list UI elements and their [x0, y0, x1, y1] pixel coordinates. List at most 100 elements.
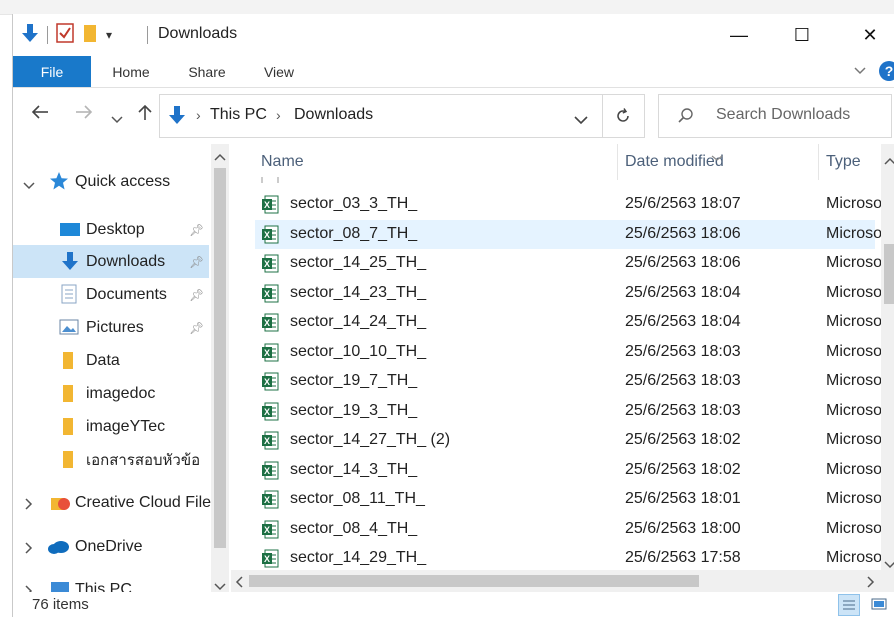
- up-icon[interactable]: [137, 103, 153, 126]
- item-count: 76 items: [32, 596, 89, 613]
- customize-toolbar-icon[interactable]: ▾: [106, 28, 112, 42]
- file-row[interactable]: Xsector_19_7_TH_ 25/6/2563 18:03 Microsoft…: [255, 367, 894, 396]
- svg-text:X: X: [264, 436, 270, 446]
- details-view-button[interactable]: [838, 594, 860, 616]
- column-header-type[interactable]: Type: [826, 144, 886, 180]
- tab-share[interactable]: Share: [175, 56, 239, 87]
- file-name: sector_10_10_TH_: [290, 342, 427, 360]
- file-row[interactable]: Xsector_14_23_TH_ 25/6/2563 18:04 Microsof…: [255, 279, 894, 308]
- svg-text:X: X: [264, 554, 270, 564]
- file-date: 25/6/2563 18:06: [625, 254, 741, 271]
- column-divider[interactable]: [617, 144, 618, 180]
- file-row[interactable]: Xsector_08_11_TH_ 25/6/2563 18:01 Microsof…: [255, 485, 894, 514]
- chevron-right-icon[interactable]: ›: [276, 107, 281, 123]
- scrollbar-thumb[interactable]: [884, 244, 894, 304]
- folder-icon: [61, 449, 75, 474]
- scroll-right-icon[interactable]: [867, 575, 875, 593]
- nav-item-pictures[interactable]: Pictures 📌︎: [13, 311, 209, 344]
- forward-icon[interactable]: [75, 104, 93, 125]
- nav-label: Data: [86, 351, 120, 369]
- column-divider[interactable]: [818, 144, 819, 180]
- back-icon[interactable]: [31, 104, 49, 125]
- this-pc-icon: [49, 581, 71, 592]
- search-input[interactable]: Search Downloads: [658, 94, 892, 138]
- file-name: sector_08_4_TH_: [290, 519, 418, 537]
- svg-text:X: X: [264, 230, 270, 240]
- scroll-down-icon[interactable]: [884, 556, 894, 574]
- large-icons-view-button[interactable]: [869, 594, 889, 614]
- nav-item-creative-cloud[interactable]: Creative Cloud Files: [13, 486, 219, 519]
- scroll-up-icon[interactable]: [884, 152, 894, 170]
- nav-item-data[interactable]: Data: [13, 344, 209, 377]
- nav-label: Downloads: [86, 252, 166, 270]
- minimize-button[interactable]: —: [716, 20, 762, 50]
- svg-text:X: X: [264, 466, 270, 476]
- scroll-left-icon[interactable]: [235, 575, 243, 593]
- file-row[interactable]: Xsector_08_7_TH_ 25/6/2563 18:06 Microsoft…: [255, 219, 894, 249]
- file-date: 25/6/2563 18:02: [625, 460, 741, 478]
- address-dropdown-icon[interactable]: [574, 112, 588, 130]
- expand-chevron-icon[interactable]: [25, 584, 33, 592]
- file-row[interactable]: Xsector_14_24_TH_ 25/6/2563 18:04 Microsof…: [255, 308, 894, 337]
- file-row[interactable]: Xsector_19_3_TH_ 25/6/2563 18:03 Microsoft…: [255, 397, 894, 426]
- column-header-name[interactable]: Name: [261, 144, 611, 180]
- nav-item-thai-folder[interactable]: เอกสารสอบหัวข้อ: [13, 443, 209, 476]
- svg-text:X: X: [264, 289, 270, 299]
- scrollbar-thumb[interactable]: [214, 168, 226, 548]
- excel-file-icon: X: [262, 343, 279, 361]
- svg-text:X: X: [264, 377, 270, 387]
- scrollbar-thumb[interactable]: [249, 575, 699, 587]
- nav-item-this-pc[interactable]: This PC: [13, 573, 209, 592]
- nav-item-documents[interactable]: Documents 📌︎: [13, 278, 209, 311]
- list-item-partial[interactable]: [255, 177, 875, 183]
- chevron-right-icon[interactable]: ›: [196, 107, 201, 123]
- tab-file[interactable]: File: [13, 56, 91, 87]
- tab-view[interactable]: View: [249, 56, 309, 87]
- nav-item-desktop[interactable]: Desktop 📌︎: [13, 213, 209, 246]
- address-bar[interactable]: › This PC › Downloads: [159, 94, 603, 138]
- nav-quick-access[interactable]: Quick access: [13, 165, 209, 198]
- search-placeholder: Search Downloads: [716, 106, 851, 123]
- properties-icon[interactable]: [56, 22, 74, 48]
- nav-label: Creative Cloud Files: [75, 493, 220, 511]
- horizontal-scrollbar[interactable]: [231, 570, 881, 592]
- nav-item-imageytec[interactable]: imageYTec: [13, 410, 209, 443]
- breadcrumb-downloads[interactable]: Downloads: [294, 106, 373, 124]
- nav-label: imagedoc: [86, 384, 156, 402]
- file-row[interactable]: Xsector_14_25_TH_ 25/6/2563 18:06 Microsof…: [255, 249, 894, 278]
- nav-scrollbar[interactable]: [211, 144, 229, 592]
- close-button[interactable]: ✕: [847, 20, 893, 50]
- new-folder-icon[interactable]: [82, 23, 98, 48]
- help-button[interactable]: ?: [879, 61, 894, 81]
- expand-ribbon-icon[interactable]: [853, 64, 867, 82]
- file-row[interactable]: Xsector_10_10_TH_ 25/6/2563 18:03 Microsof…: [255, 338, 894, 367]
- expand-chevron-icon[interactable]: [25, 497, 33, 515]
- expand-chevron-icon[interactable]: [25, 541, 33, 559]
- nav-item-downloads[interactable]: Downloads 📌︎: [13, 245, 209, 278]
- file-list-scrollbar[interactable]: [881, 144, 894, 592]
- maximize-button[interactable]: ☐: [779, 20, 825, 50]
- pin-icon: 📌︎: [189, 254, 205, 269]
- file-name: sector_14_3_TH_: [290, 460, 418, 478]
- nav-item-imagedoc[interactable]: imagedoc: [13, 377, 209, 410]
- svg-text:X: X: [264, 495, 270, 505]
- download-arrow-icon[interactable]: [21, 23, 39, 48]
- file-list: Name Date modified Type Xsector_03_3_TH_…: [231, 144, 894, 592]
- file-name: sector_14_23_TH_: [290, 283, 427, 301]
- file-date: 25/6/2563 18:06: [625, 224, 741, 242]
- file-row[interactable]: Xsector_08_4_TH_ 25/6/2563 18:00 Microsoft…: [255, 515, 894, 544]
- file-date: 25/6/2563 18:00: [625, 519, 741, 537]
- expand-chevron-icon[interactable]: [23, 177, 35, 195]
- recent-locations-icon[interactable]: [111, 108, 123, 129]
- file-row[interactable]: Xsector_14_29_TH_ 25/6/2563 17:58 Microsof…: [255, 544, 894, 573]
- scroll-up-icon[interactable]: [214, 148, 226, 166]
- breadcrumb-this-pc[interactable]: This PC: [210, 106, 267, 124]
- file-row[interactable]: Xsector_14_27_TH_ (2) 25/6/2563 18:02 Micr…: [255, 426, 894, 455]
- refresh-button[interactable]: [602, 94, 645, 138]
- nav-item-onedrive[interactable]: OneDrive: [13, 530, 209, 563]
- file-row[interactable]: Xsector_14_3_TH_ 25/6/2563 18:02 Microsoft…: [255, 456, 894, 485]
- file-row[interactable]: Xsector_03_3_TH_ 25/6/2563 18:07 Microsoft…: [255, 190, 894, 219]
- tab-home[interactable]: Home: [97, 56, 165, 87]
- scroll-down-icon[interactable]: [214, 578, 226, 592]
- file-date: 25/6/2563 18:04: [625, 283, 741, 301]
